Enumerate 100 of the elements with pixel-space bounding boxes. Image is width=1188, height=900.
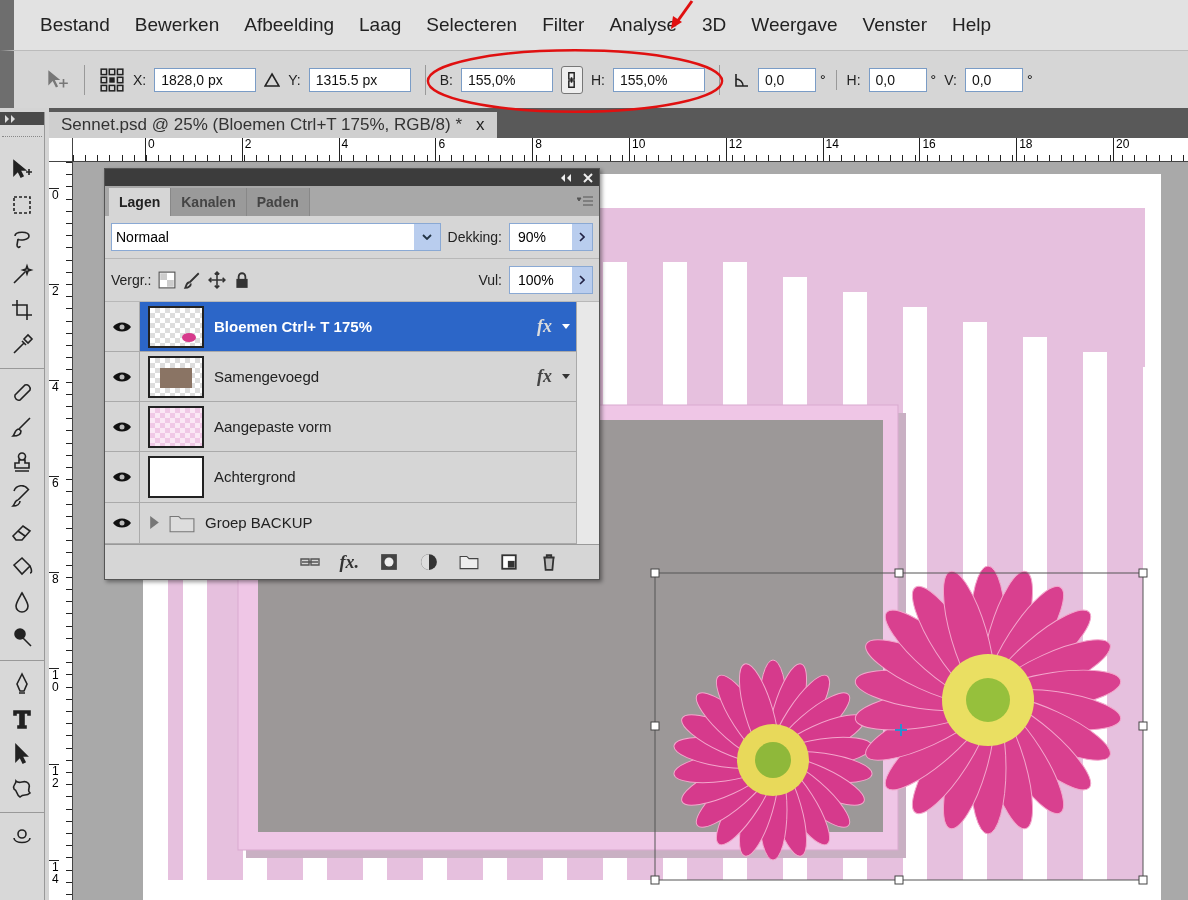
effects-label[interactable]: fx <box>537 366 552 388</box>
y-field[interactable]: 1315.5 px <box>308 67 411 92</box>
layer-thumbnail <box>148 405 204 448</box>
lock-transparency-icon[interactable] <box>158 271 177 289</box>
layer-name: Bloemen Ctrl+ T 175% <box>214 318 373 336</box>
ruler-label: 12 <box>49 764 59 860</box>
degree-unit: ° <box>1026 71 1033 88</box>
fill-label: Vul: <box>478 272 502 288</box>
angle-icon[interactable] <box>733 71 750 88</box>
eye-icon[interactable] <box>112 471 132 483</box>
ruler-label: 4 <box>49 380 59 476</box>
menu-item[interactable]: Venster <box>862 14 927 36</box>
layer-name: Aangepaste vorm <box>214 418 333 436</box>
add-style-button[interactable]: fx. <box>339 551 359 573</box>
document-title: Sennet.psd @ 25% (Bloemen Ctrl+T 175%, RGB/8) * <box>61 115 463 135</box>
ruler-label: 6 <box>49 476 59 572</box>
y-label: Y: <box>288 71 301 88</box>
layer-row[interactable]: Bloemen Ctrl+ T 175% fx <box>140 302 576 352</box>
ruler-label: 0 <box>145 138 242 161</box>
layer-row[interactable]: Samengevoegd fx <box>140 352 576 402</box>
ruler-label: 16 <box>919 138 1017 161</box>
crop-icon[interactable] <box>10 298 34 322</box>
angle-field[interactable]: 0,0 <box>757 67 816 92</box>
caret-icon[interactable] <box>562 324 570 330</box>
menu-item[interactable]: Bewerken <box>134 14 220 36</box>
ruler-label: 6 <box>435 138 533 161</box>
menu-item[interactable]: 3D <box>702 14 727 36</box>
collapse-icon[interactable] <box>559 173 573 182</box>
custom-shape-icon[interactable] <box>10 777 34 801</box>
opacity-label: Dekking: <box>447 229 502 245</box>
new-layer-icon[interactable] <box>499 553 519 571</box>
reference-point-marker[interactable] <box>894 723 908 737</box>
eye-icon[interactable] <box>112 420 132 433</box>
ruler-label: 2 <box>241 138 339 161</box>
link-icon <box>567 70 577 89</box>
menu-item[interactable]: Bestand <box>40 14 110 36</box>
x-label: X: <box>133 71 147 88</box>
close-tab-button[interactable]: x <box>476 115 485 135</box>
caret-icon[interactable] <box>562 374 570 380</box>
fill-field[interactable]: 100% <box>509 266 593 294</box>
layer-thumbnail <box>148 305 204 348</box>
ruler-label: 20 <box>1112 138 1188 161</box>
x-field[interactable]: 1828,0 px <box>154 67 257 92</box>
panel-tab[interactable]: Lagen <box>109 188 172 216</box>
expand-icon[interactable] <box>4 114 18 123</box>
ruler-label: 12 <box>725 138 823 161</box>
menu-item[interactable]: Help <box>952 14 992 36</box>
vertical-skew-field[interactable]: 0,0 <box>964 67 1023 92</box>
layer-row[interactable]: Aangepaste vorm <box>140 402 576 452</box>
move-icon[interactable] <box>208 271 227 289</box>
menu-item[interactable]: Laag <box>359 14 402 36</box>
height-label: H: <box>590 71 605 88</box>
reference-point-icon[interactable] <box>99 66 125 93</box>
horizontal-skew-field[interactable]: 0,0 <box>868 67 927 92</box>
link-button[interactable] <box>560 65 583 94</box>
layer-name: Samengevoegd <box>214 368 321 386</box>
group-name: Groep BACKUP <box>205 514 314 532</box>
height-field[interactable]: 155,0% <box>612 67 705 92</box>
expand-triangle-icon[interactable] <box>150 516 159 530</box>
layer-thumbnail <box>148 456 204 498</box>
eye-icon[interactable] <box>112 516 132 529</box>
menu-item[interactable]: Selecteren <box>426 14 518 36</box>
document-tab[interactable]: Sennet.psd @ 25% (Bloemen Ctrl+T 175%, RGB/8) * x <box>49 112 497 138</box>
degree-unit: ° <box>930 71 937 88</box>
ruler-label: 18 <box>1016 138 1113 161</box>
layer-name: Achtergrond <box>214 468 297 486</box>
eye-icon[interactable] <box>112 320 132 333</box>
horizontal-skew-label: H: <box>846 71 861 88</box>
transform-box[interactable] <box>650 568 1148 885</box>
effects-label[interactable]: fx <box>537 316 552 338</box>
menu-item[interactable]: Weergave <box>751 14 838 36</box>
ruler-label: 8 <box>532 138 629 161</box>
mask-icon[interactable] <box>379 553 399 571</box>
layer-row[interactable]: Groep BACKUP <box>140 502 576 544</box>
vertical-skew-label: V: <box>944 71 957 88</box>
caret-icon <box>421 234 432 240</box>
menu-item[interactable]: Afbeelding <box>244 14 335 36</box>
marquee-icon[interactable] <box>10 193 34 217</box>
width-field[interactable]: 155,0% <box>460 67 553 92</box>
lock-label: Vergr.: <box>111 272 152 288</box>
width-label: B: <box>439 71 453 88</box>
layer-row[interactable]: Achtergrond <box>140 452 576 502</box>
folder-icon[interactable] <box>459 553 479 571</box>
ruler-label: 14 <box>49 860 59 900</box>
blend-mode-dropdown[interactable]: Normaal <box>111 223 441 251</box>
adjustment-icon[interactable] <box>419 553 439 571</box>
scrollbar[interactable] <box>576 302 599 544</box>
ruler-label: 10 <box>629 138 726 161</box>
ruler-label: 0 <box>49 188 59 284</box>
brush-icon[interactable] <box>183 271 202 289</box>
menu-item[interactable]: Filter <box>542 14 585 36</box>
type-icon[interactable] <box>10 707 34 731</box>
brush-icon[interactable] <box>10 415 34 439</box>
opacity-field[interactable]: 90% <box>509 223 593 251</box>
triangle-icon[interactable] <box>264 71 281 88</box>
close-icon[interactable] <box>583 172 593 183</box>
eye-icon[interactable] <box>112 370 132 383</box>
panel-menu-icon[interactable] <box>577 196 593 206</box>
ruler-label: 2 <box>49 284 59 380</box>
degree-unit: ° <box>819 71 826 88</box>
